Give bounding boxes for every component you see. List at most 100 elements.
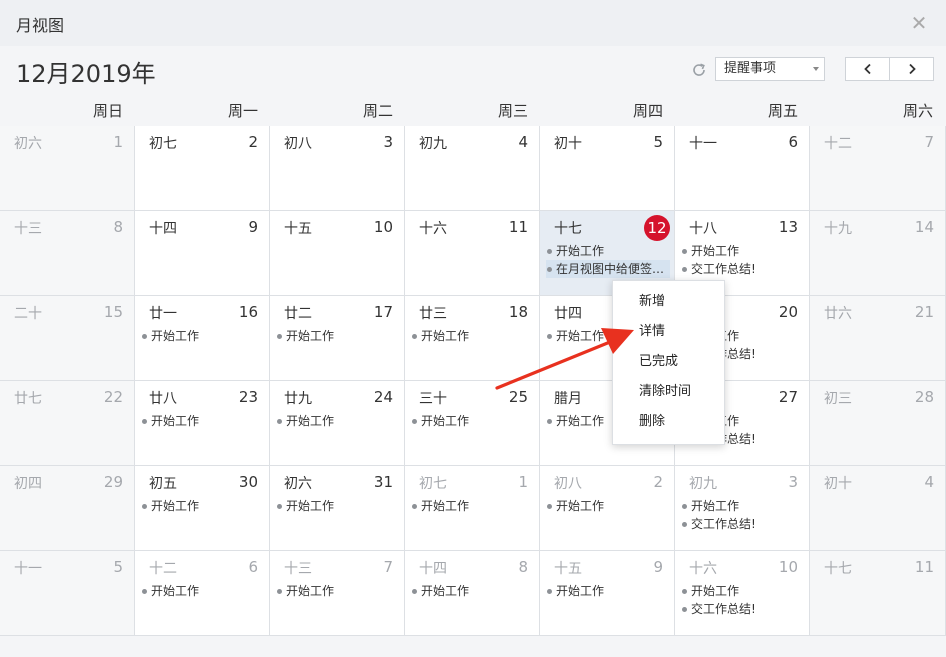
day-number: 15 xyxy=(103,303,123,321)
menu-item-clear-time[interactable]: 清除时间 xyxy=(613,377,724,407)
event-item[interactable]: 开始工作 xyxy=(411,327,535,345)
menu-item-add[interactable]: 新增 xyxy=(613,287,724,317)
lunar-date: 廿三 xyxy=(419,306,447,322)
lunar-date: 十八 xyxy=(689,221,717,237)
day-cell[interactable]: 廿九 24 开始工作 xyxy=(270,381,405,466)
event-item[interactable]: 交工作总结! xyxy=(681,260,805,278)
day-number: 14 xyxy=(914,218,934,236)
day-cell[interactable]: 三十 25 开始工作 xyxy=(405,381,540,466)
event-item[interactable]: 在月视图中给便签… xyxy=(546,260,670,278)
event-item[interactable]: 开始工作 xyxy=(546,497,670,515)
day-cell[interactable]: 廿一 16 开始工作 xyxy=(135,296,270,381)
day-cell[interactable]: 初三 28 xyxy=(810,381,946,466)
event-list: 开始工作 xyxy=(411,412,535,430)
day-number: 17 xyxy=(373,303,393,321)
event-list: 开始工作 xyxy=(411,497,535,515)
event-item[interactable]: 开始工作 xyxy=(141,327,265,345)
day-cell[interactable]: 初十 4 xyxy=(810,466,946,551)
event-item[interactable]: 开始工作 xyxy=(276,412,400,430)
day-cell[interactable]: 十五 10 xyxy=(270,211,405,296)
day-cell[interactable]: 初八 2 开始工作 xyxy=(540,466,675,551)
event-list: 开始工作 在月视图中给便签… xyxy=(546,242,670,278)
event-item[interactable]: 开始工作 xyxy=(411,497,535,515)
event-item[interactable]: 交工作总结! xyxy=(681,515,805,533)
day-cell[interactable]: 十一 6 xyxy=(675,126,810,211)
day-number: 5 xyxy=(653,133,663,151)
event-item[interactable]: 开始工作 xyxy=(411,582,535,600)
day-cell[interactable]: 廿七 22 xyxy=(0,381,135,466)
event-item[interactable]: 开始工作 xyxy=(276,327,400,345)
lunar-date: 廿六 xyxy=(824,306,852,322)
day-cell[interactable]: 廿八 23 开始工作 xyxy=(135,381,270,466)
event-item[interactable]: 开始工作 xyxy=(681,242,805,260)
lunar-date: 初七 xyxy=(419,476,447,492)
day-number: 24 xyxy=(373,388,393,406)
prev-month-button[interactable] xyxy=(846,58,889,80)
event-item[interactable]: 开始工作 xyxy=(411,412,535,430)
day-cell[interactable]: 十九 14 xyxy=(810,211,946,296)
day-number: 25 xyxy=(508,388,528,406)
day-number: 10 xyxy=(373,218,393,236)
day-cell[interactable]: 初九 4 xyxy=(405,126,540,211)
lunar-date: 十二 xyxy=(149,561,177,577)
day-cell[interactable]: 初九 3 开始工作 交工作总结! xyxy=(675,466,810,551)
event-item[interactable]: 开始工作 xyxy=(681,497,805,515)
day-cell[interactable]: 十三 8 xyxy=(0,211,135,296)
month-title: 12月2019年 xyxy=(16,60,156,88)
window-title: 月视图 xyxy=(16,16,65,35)
event-item[interactable]: 开始工作 xyxy=(546,242,670,260)
event-item[interactable]: 开始工作 xyxy=(141,412,265,430)
day-cell[interactable]: 初六 31 开始工作 xyxy=(270,466,405,551)
day-number: 1 xyxy=(518,473,528,491)
refresh-icon[interactable] xyxy=(689,60,709,80)
day-number: 3 xyxy=(383,133,393,151)
day-number: 7 xyxy=(924,133,934,151)
day-cell[interactable]: 十六 10 开始工作 交工作总结! xyxy=(675,551,810,636)
day-cell[interactable]: 初八 3 xyxy=(270,126,405,211)
lunar-date: 十五 xyxy=(284,221,312,237)
day-cell[interactable]: 初七 1 开始工作 xyxy=(405,466,540,551)
menu-item-delete[interactable]: 删除 xyxy=(613,407,724,437)
menu-item-details[interactable]: 详情 xyxy=(613,317,724,347)
day-cell[interactable]: 十六 11 xyxy=(405,211,540,296)
event-item[interactable]: 开始工作 xyxy=(546,582,670,600)
next-month-button[interactable] xyxy=(889,58,933,80)
day-cell[interactable]: 廿六 21 xyxy=(810,296,946,381)
event-item[interactable]: 开始工作 xyxy=(141,582,265,600)
lunar-date: 初八 xyxy=(284,136,312,152)
day-cell[interactable]: 初四 29 xyxy=(0,466,135,551)
event-item[interactable]: 开始工作 xyxy=(276,497,400,515)
day-cell[interactable]: 十五 9 开始工作 xyxy=(540,551,675,636)
close-icon[interactable]: ✕ xyxy=(908,12,930,34)
weekday-label: 周二 xyxy=(362,102,393,120)
day-cell[interactable]: 二十 15 xyxy=(0,296,135,381)
day-cell[interactable]: 十三 7 开始工作 xyxy=(270,551,405,636)
day-cell[interactable]: 廿二 17 开始工作 xyxy=(270,296,405,381)
event-list: 开始工作 xyxy=(276,327,400,345)
event-item[interactable]: 开始工作 xyxy=(276,582,400,600)
reminder-select[interactable]: 提醒事项 xyxy=(715,57,825,81)
event-item[interactable]: 开始工作 xyxy=(141,497,265,515)
day-cell[interactable]: 廿三 18 开始工作 xyxy=(405,296,540,381)
day-cell[interactable]: 十二 6 开始工作 xyxy=(135,551,270,636)
menu-item-complete[interactable]: 已完成 xyxy=(613,347,724,377)
day-cell[interactable]: 初五 30 开始工作 xyxy=(135,466,270,551)
weekday-label: 周六 xyxy=(902,102,933,120)
day-cell[interactable]: 十二 7 xyxy=(810,126,946,211)
event-list: 开始工作 xyxy=(141,412,265,430)
day-number: 27 xyxy=(778,388,798,406)
day-cell[interactable]: 十四 8 开始工作 xyxy=(405,551,540,636)
day-cell[interactable]: 十一 5 xyxy=(0,551,135,636)
event-item[interactable]: 交工作总结! xyxy=(681,600,805,618)
event-list: 开始工作交工作总结! xyxy=(681,242,805,278)
day-cell[interactable]: 初十 5 xyxy=(540,126,675,211)
day-number: 8 xyxy=(518,558,528,576)
day-cell[interactable]: 初七 2 xyxy=(135,126,270,211)
day-cell[interactable]: 十四 9 xyxy=(135,211,270,296)
day-cell[interactable]: 初六 1 xyxy=(0,126,135,211)
day-cell[interactable]: 十七 11 xyxy=(810,551,946,636)
day-number: 4 xyxy=(518,133,528,151)
event-item[interactable]: 开始工作 xyxy=(681,582,805,600)
day-number: 31 xyxy=(373,473,393,491)
lunar-date: 十五 xyxy=(554,561,582,577)
